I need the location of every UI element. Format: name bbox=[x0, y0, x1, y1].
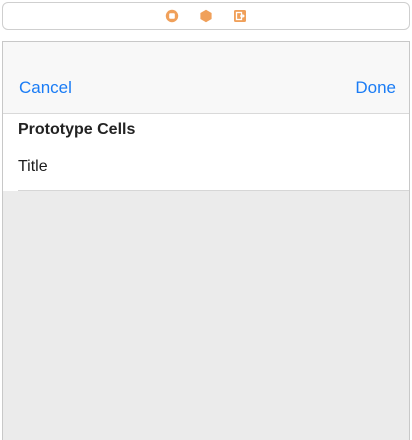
cell-separator bbox=[18, 190, 409, 191]
first-responder-icon[interactable] bbox=[198, 8, 214, 24]
scene-dock-icons bbox=[3, 3, 409, 29]
view-controller-icon[interactable] bbox=[164, 8, 180, 24]
exit-icon[interactable] bbox=[232, 8, 248, 24]
cell-title: Title bbox=[18, 158, 48, 175]
storyboard-canvas: Cancel Done Prototype Cells Title bbox=[0, 0, 412, 440]
scene-dock bbox=[2, 2, 410, 30]
view-controller-frame: Cancel Done Prototype Cells Title bbox=[2, 41, 410, 440]
table-view: Prototype Cells Title bbox=[3, 114, 409, 191]
table-row[interactable]: Title bbox=[3, 148, 409, 191]
done-button[interactable]: Done bbox=[355, 78, 396, 98]
navigation-bar: Cancel Done bbox=[3, 42, 409, 114]
section-header: Prototype Cells bbox=[18, 121, 136, 138]
cancel-button[interactable]: Cancel bbox=[19, 78, 72, 98]
